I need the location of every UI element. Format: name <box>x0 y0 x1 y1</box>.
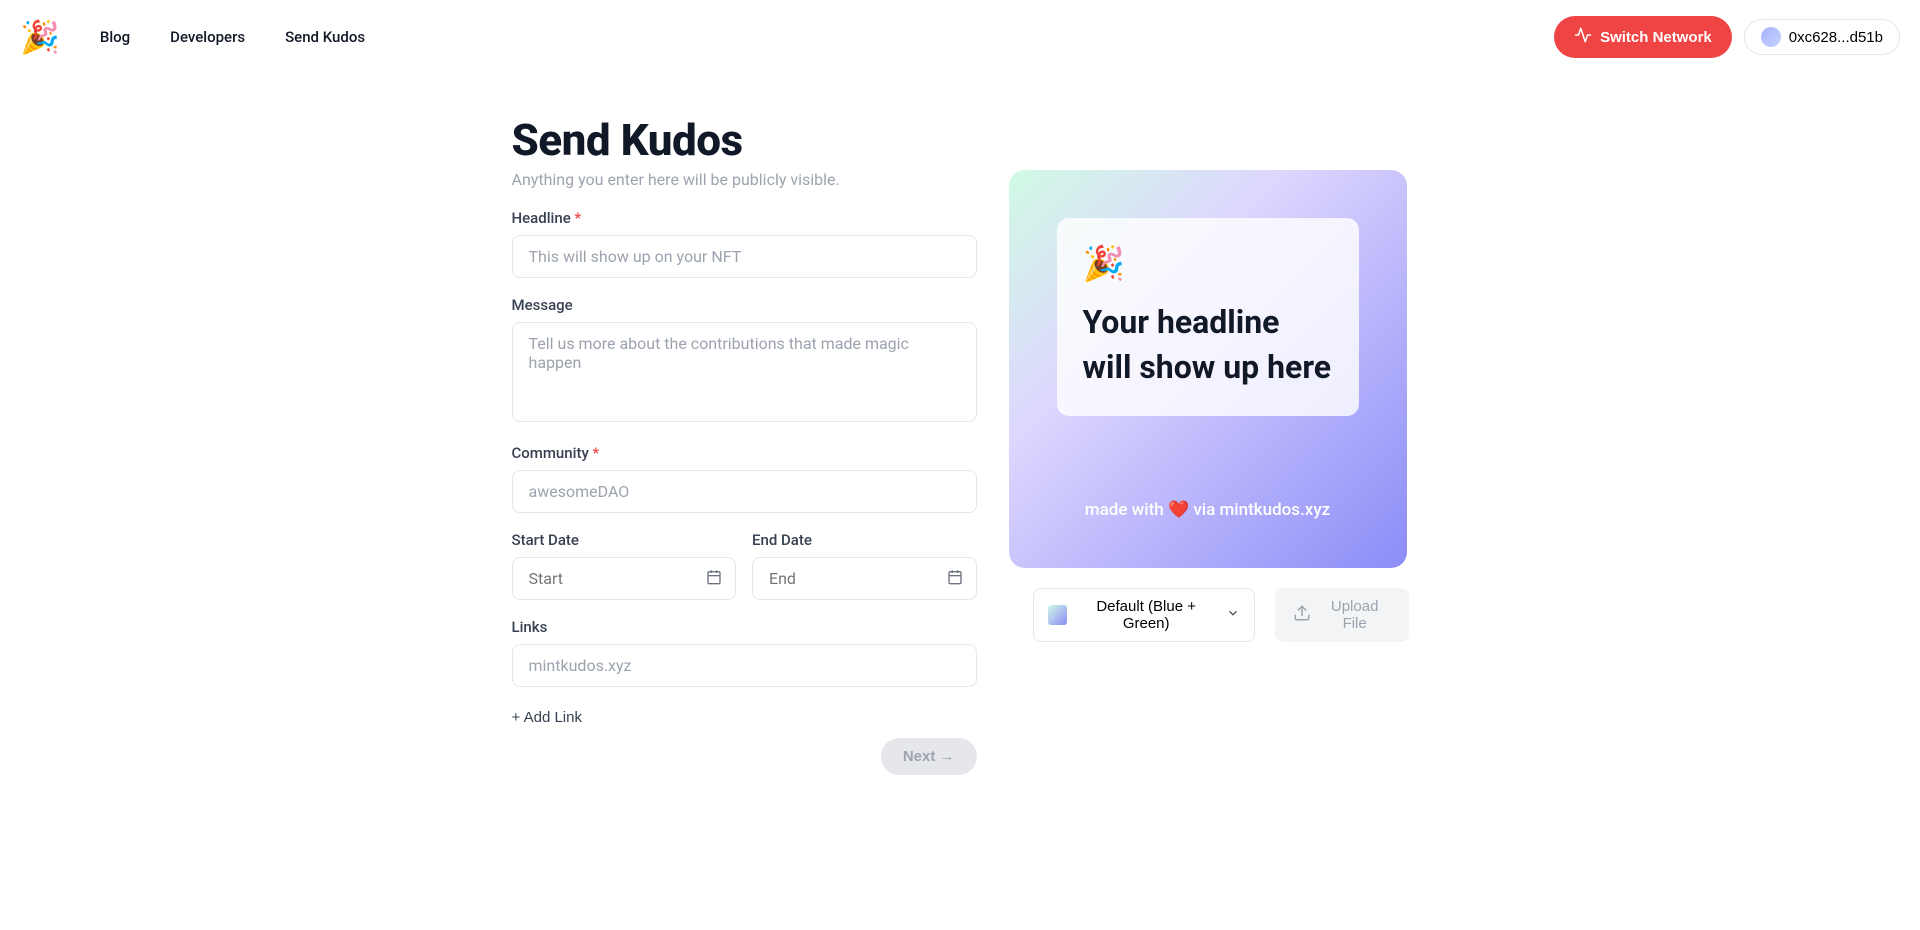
nav-link-developers[interactable]: Developers <box>170 28 245 46</box>
switch-network-button[interactable]: Switch Network <box>1554 16 1732 58</box>
preview-column: 🎉 Your headline will show up here made w… <box>1009 114 1409 775</box>
end-date-group: End Date <box>752 531 977 600</box>
end-date-label: End Date <box>752 531 977 549</box>
header-right: Switch Network 0xc628...d51b <box>1554 16 1900 58</box>
links-group: Links <box>512 618 977 687</box>
end-date-input[interactable] <box>752 557 977 600</box>
start-date-group: Start Date <box>512 531 737 600</box>
theme-select[interactable]: Default (Blue + Green) <box>1033 588 1255 642</box>
chevron-down-icon <box>1226 606 1240 624</box>
add-link-button[interactable]: + Add Link <box>512 709 582 726</box>
next-button[interactable]: Next → <box>881 738 977 775</box>
message-input[interactable] <box>512 322 977 422</box>
start-date-label: Start Date <box>512 531 737 549</box>
header-left: 🎉 Blog Developers Send Kudos <box>20 21 365 53</box>
wallet-address: 0xc628...d51b <box>1789 29 1883 46</box>
community-input[interactable] <box>512 470 977 513</box>
form-column: Send Kudos Anything you enter here will … <box>512 114 977 775</box>
nav-link-send-kudos[interactable]: Send Kudos <box>285 28 365 46</box>
wallet-avatar-icon <box>1761 27 1781 47</box>
community-group: Community * <box>512 444 977 513</box>
page-title: Send Kudos <box>512 114 977 166</box>
headline-label: Headline * <box>512 209 977 227</box>
preview-headline: Your headline will show up here <box>1083 300 1333 390</box>
preview-footer: made with ❤️ via mintkudos.xyz <box>1057 500 1359 520</box>
start-date-input[interactable] <box>512 557 737 600</box>
upload-file-button[interactable]: Upload File <box>1275 588 1409 642</box>
date-row: Start Date End Date <box>512 531 977 600</box>
switch-network-label: Switch Network <box>1600 29 1712 46</box>
links-input[interactable] <box>512 644 977 687</box>
theme-swatch-icon <box>1048 605 1067 625</box>
activity-icon <box>1574 26 1592 48</box>
headline-input[interactable] <box>512 235 977 278</box>
upload-icon <box>1293 604 1311 626</box>
party-popper-icon: 🎉 <box>1083 244 1333 284</box>
main-header: 🎉 Blog Developers Send Kudos Switch Netw… <box>0 0 1920 74</box>
main-content: Send Kudos Anything you enter here will … <box>320 74 1600 815</box>
upload-label: Upload File <box>1319 598 1391 632</box>
preview-card: 🎉 Your headline will show up here made w… <box>1009 170 1407 568</box>
logo-icon[interactable]: 🎉 <box>20 21 60 53</box>
preview-controls: Default (Blue + Green) Upload File <box>1033 588 1409 642</box>
preview-inner: 🎉 Your headline will show up here <box>1057 218 1359 416</box>
message-label: Message <box>512 296 977 314</box>
page-subtitle: Anything you enter here will be publicly… <box>512 170 977 189</box>
nav-links: Blog Developers Send Kudos <box>100 28 365 46</box>
community-label: Community * <box>512 444 977 462</box>
headline-group: Headline * <box>512 209 977 278</box>
theme-label: Default (Blue + Green) <box>1075 598 1218 632</box>
message-group: Message <box>512 296 977 426</box>
links-label: Links <box>512 618 977 636</box>
wallet-button[interactable]: 0xc628...d51b <box>1744 19 1900 55</box>
nav-link-blog[interactable]: Blog <box>100 28 130 46</box>
